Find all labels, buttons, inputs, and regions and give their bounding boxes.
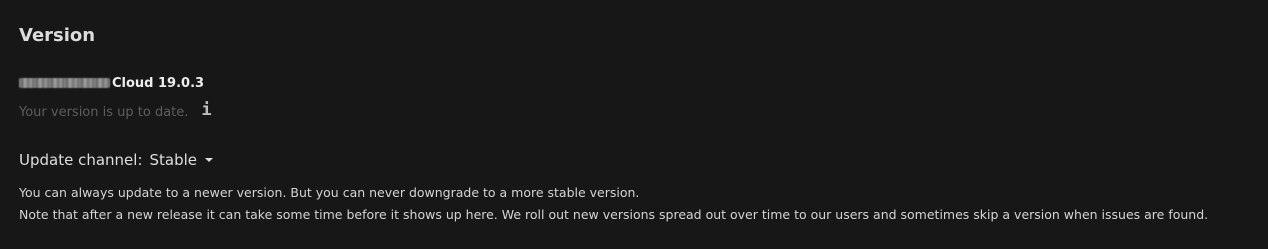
product-version: Cloud 19.0.3 xyxy=(19,74,204,92)
caret-down-icon xyxy=(205,158,214,162)
update-channel-dropdown[interactable]: Stable xyxy=(150,151,214,169)
update-status: Your version is up to date. i xyxy=(19,102,212,122)
update-channel-value: Stable xyxy=(149,151,198,169)
redacted-product-name xyxy=(19,78,110,88)
product-version-label: Cloud 19.0.3 xyxy=(112,75,205,91)
update-channel-label: Update channel: xyxy=(19,151,143,169)
info-icon[interactable]: i xyxy=(201,102,211,119)
version-section: Version Cloud 19.0.3 Your version is up … xyxy=(0,0,1268,249)
update-channel: Update channel: Stable xyxy=(19,150,214,170)
update-status-text: Your version is up to date. xyxy=(19,104,189,120)
update-hint-downgrade: You can always update to a newer version… xyxy=(19,185,640,200)
update-hint-rollout: Note that after a new release it can tak… xyxy=(19,207,1209,222)
section-title: Version xyxy=(19,25,96,46)
